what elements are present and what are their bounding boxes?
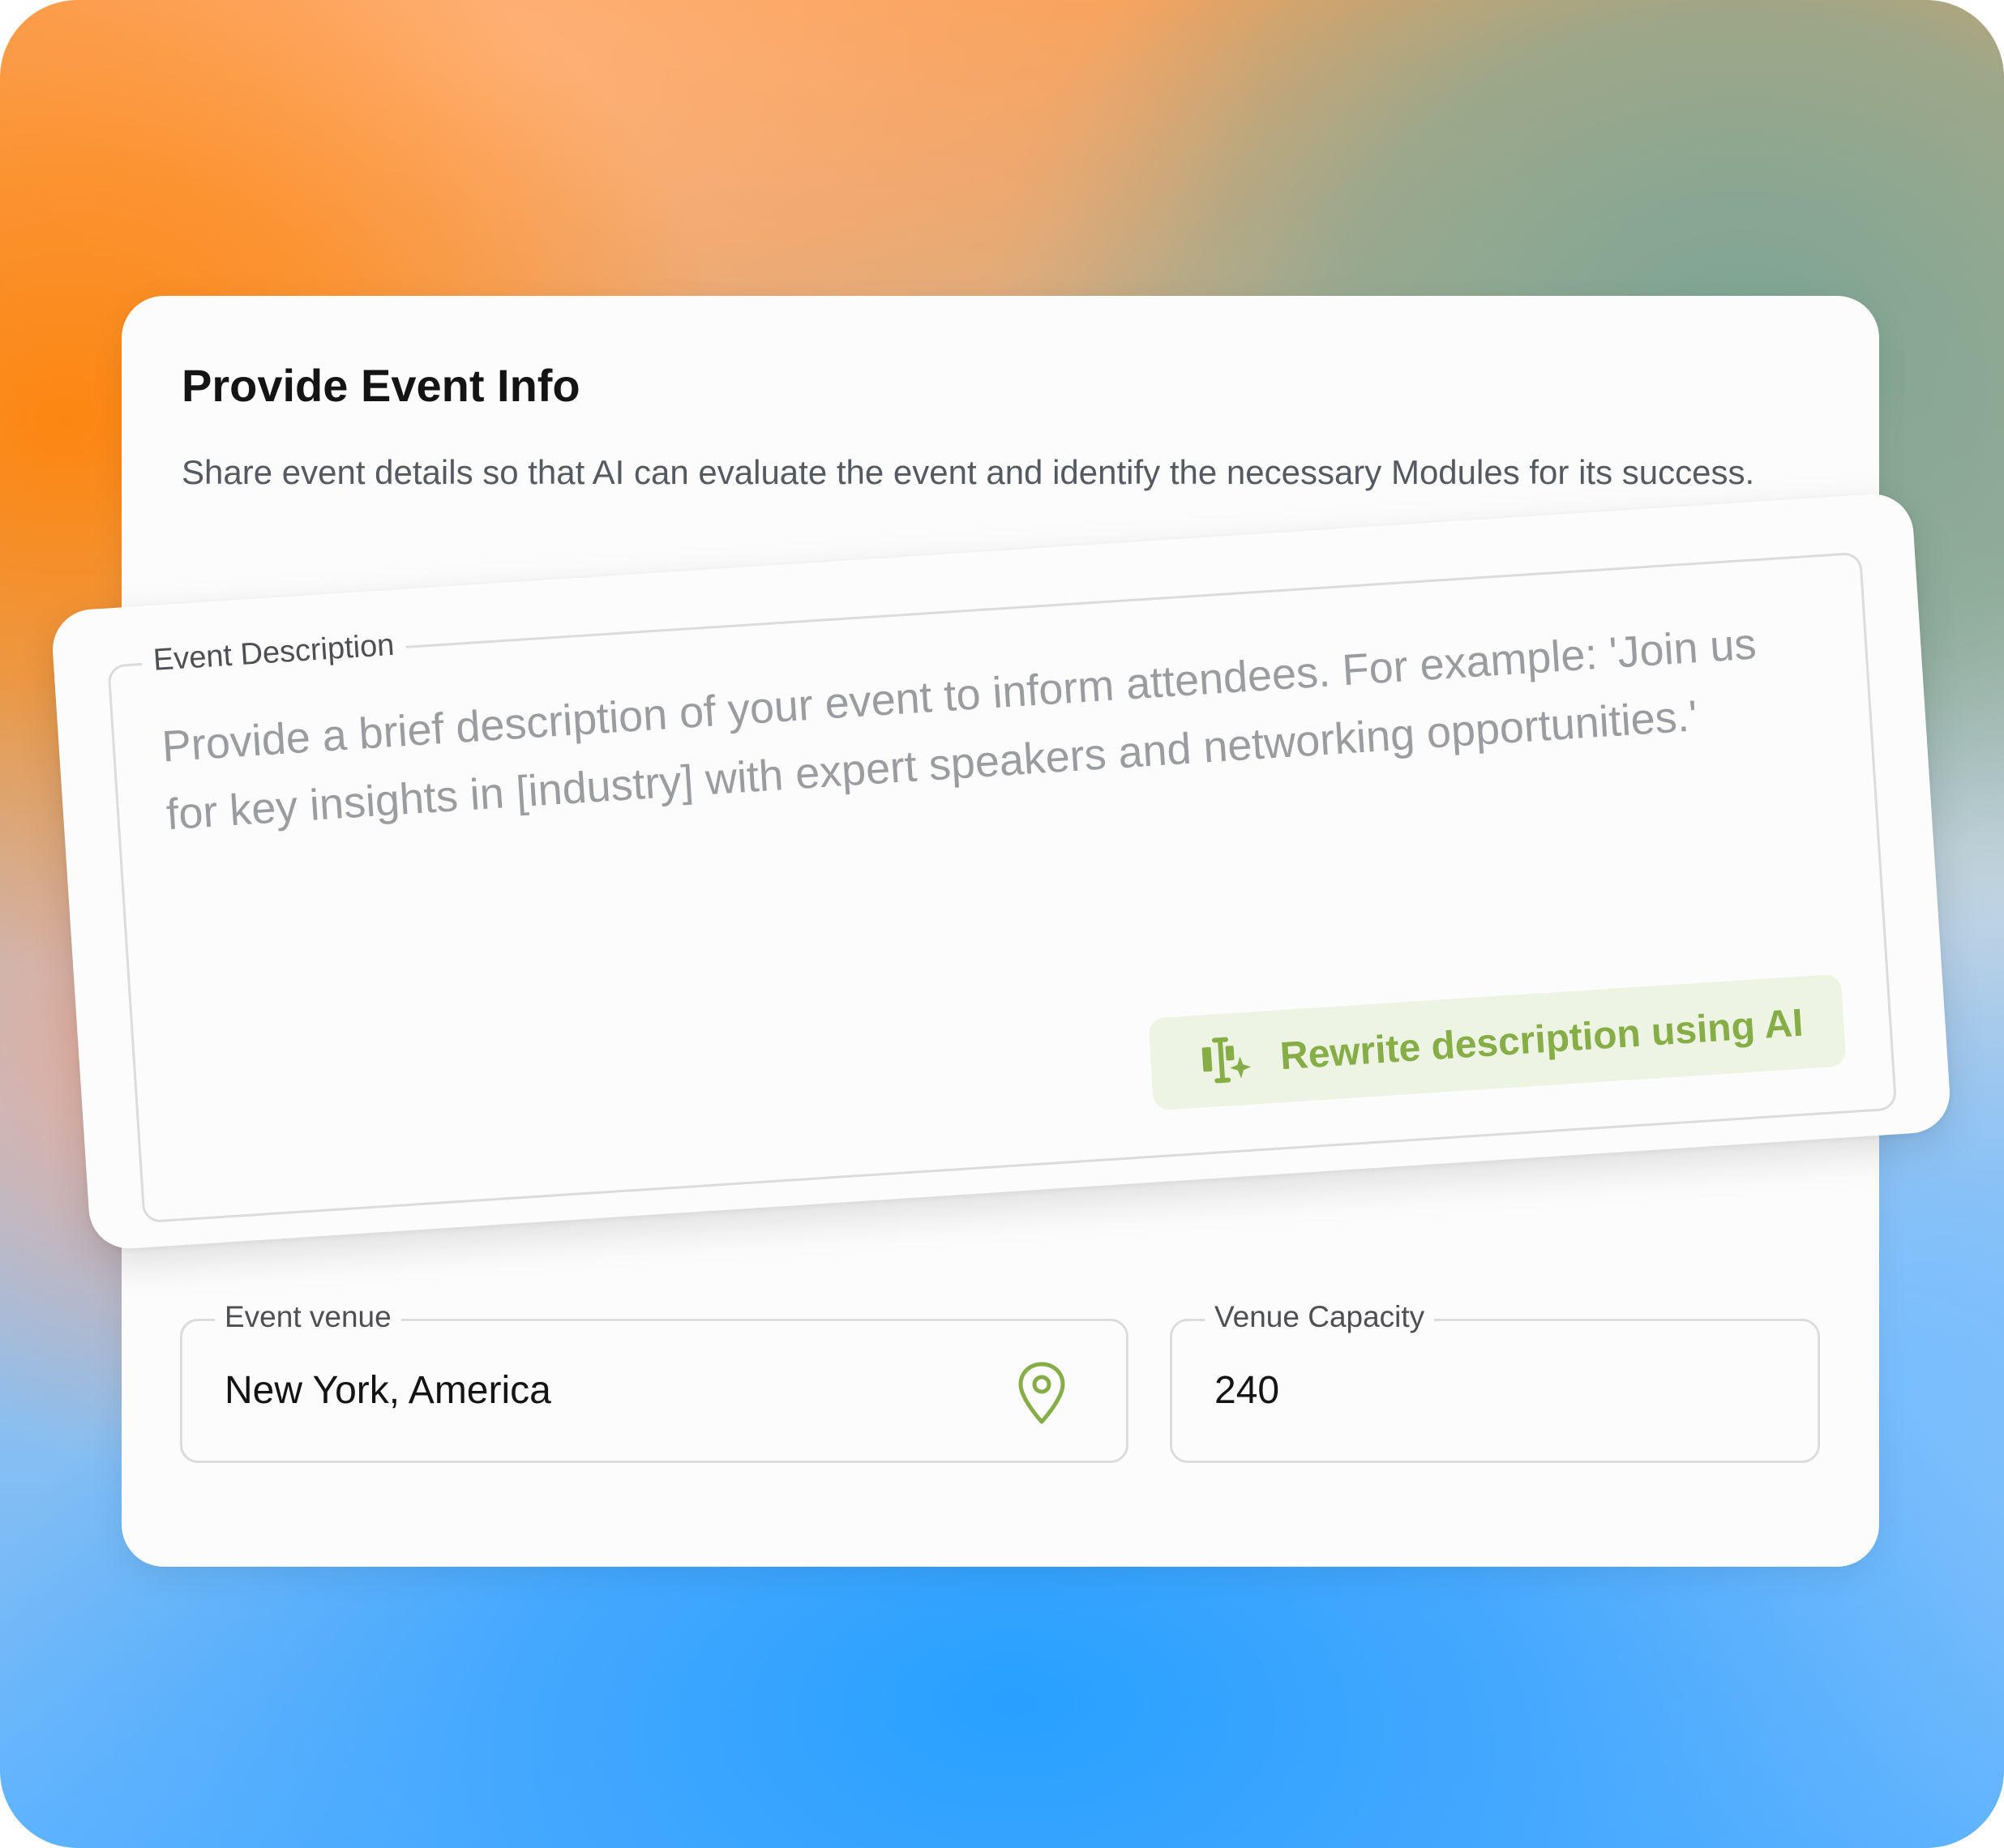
rewrite-with-ai-button[interactable]: Rewrite description using AI (1147, 973, 1847, 1111)
location-pin-icon[interactable] (1016, 1362, 1068, 1425)
venue-capacity-field[interactable]: Venue Capacity 240 (1170, 1300, 1820, 1463)
page-title: Provide Event Info (182, 360, 580, 411)
gradient-background: Provide Event Info Share event details s… (0, 0, 2004, 1848)
event-venue-value[interactable]: New York, America (225, 1368, 551, 1413)
rewrite-with-ai-label: Rewrite description using AI (1278, 1001, 1805, 1078)
event-description-textarea[interactable]: Event Description Provide a brief descri… (107, 551, 1898, 1224)
venue-capacity-value[interactable]: 240 (1214, 1368, 1279, 1413)
text-cursor-sparkle-icon (1201, 1037, 1251, 1084)
event-description-label: Event Description (140, 627, 407, 679)
event-venue-field[interactable]: Event venue New York, America (180, 1300, 1128, 1463)
event-venue-label: Event venue (215, 1300, 401, 1334)
event-description-card: Event Description Provide a brief descri… (49, 491, 1953, 1251)
venue-capacity-label: Venue Capacity (1205, 1300, 1435, 1334)
page-subtitle: Share event details so that AI can evalu… (182, 453, 1755, 491)
